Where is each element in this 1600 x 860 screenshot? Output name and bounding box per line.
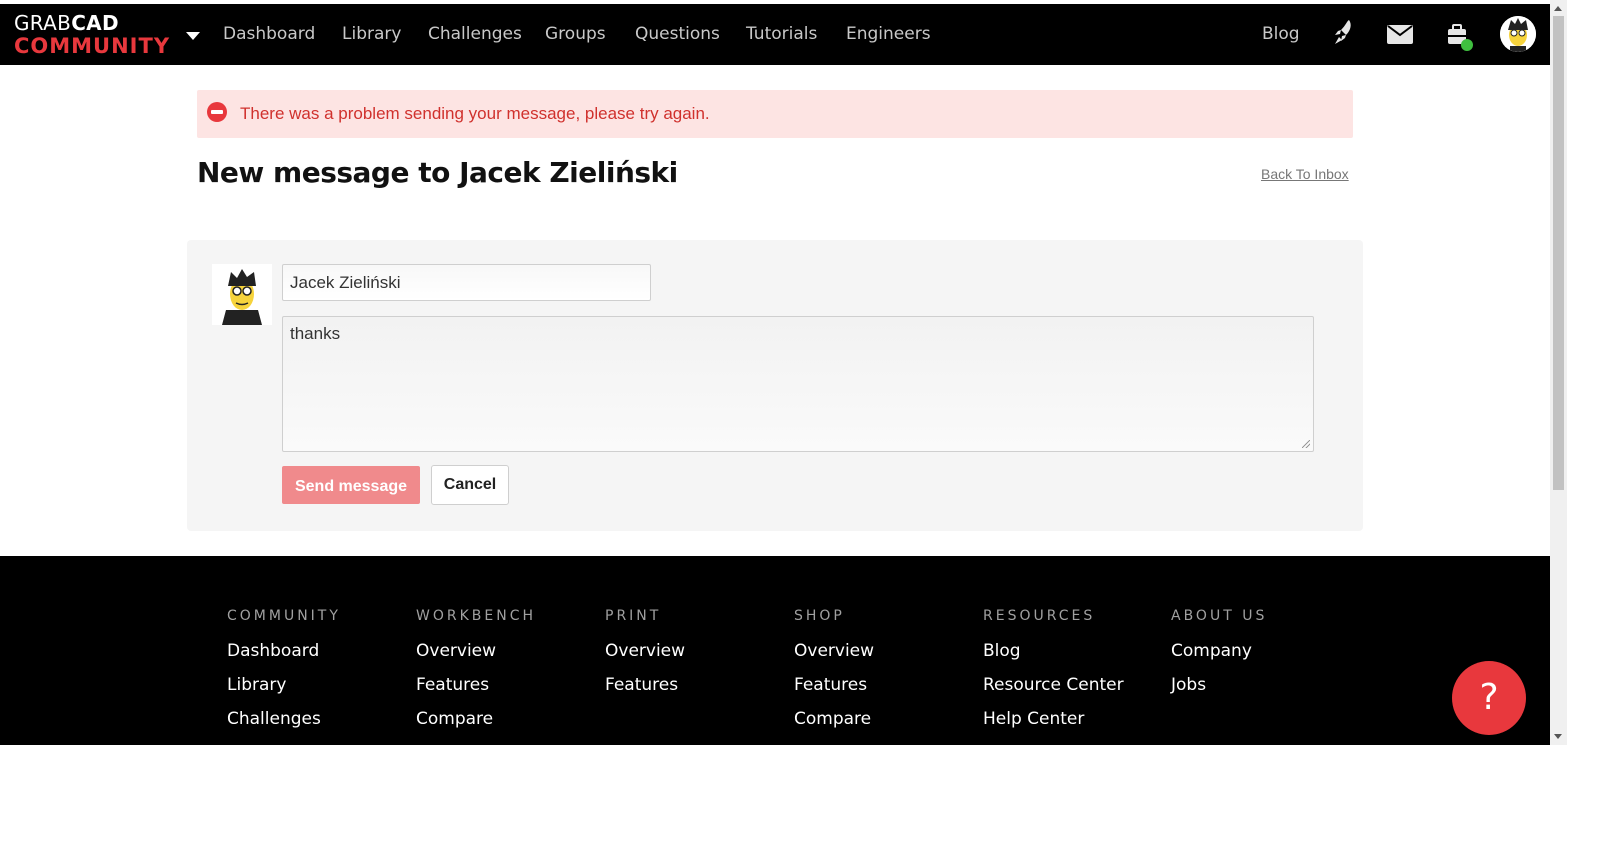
scroll-thumb[interactable] (1553, 16, 1564, 490)
chevron-down-icon[interactable] (186, 32, 200, 40)
footer-link[interactable]: Features (416, 675, 536, 696)
resize-handle[interactable] (1302, 440, 1310, 448)
help-button[interactable]: ? (1452, 661, 1526, 735)
footer-link[interactable]: Overview (416, 641, 536, 662)
scroll-up-arrow[interactable] (1554, 6, 1562, 11)
footer-col-about: ABOUT US Company Jobs (1171, 608, 1267, 696)
send-message-button[interactable]: Send message (282, 466, 420, 504)
logo-community: COMMUNITY (14, 34, 171, 58)
nav-tutorials[interactable]: Tutorials (746, 24, 817, 44)
footer-link[interactable]: Help Center (983, 709, 1124, 730)
top-navbar: GRABCAD COMMUNITY Dashboard Library Chal… (0, 4, 1550, 65)
footer-link[interactable]: Compare (794, 709, 874, 730)
footer-heading: RESOURCES (983, 608, 1096, 624)
logo-cad: CAD (71, 11, 119, 35)
footer-link[interactable]: Library (227, 675, 341, 696)
nav-engineers[interactable]: Engineers (846, 24, 931, 44)
message-text: thanks (290, 324, 341, 343)
briefcase-icon[interactable] (1446, 24, 1476, 54)
footer-heading: PRINT (605, 608, 662, 624)
alert-message: There was a problem sending your message… (240, 104, 710, 123)
nav-questions[interactable]: Questions (635, 24, 720, 44)
nav-blog[interactable]: Blog (1262, 24, 1300, 44)
footer-heading: COMMUNITY (227, 608, 341, 624)
footer-link[interactable]: Features (794, 675, 874, 696)
footer-col-workbench: WORKBENCH Overview Features Compare (416, 608, 536, 730)
footer-link[interactable]: Challenges (227, 709, 341, 730)
footer-col-resources: RESOURCES Blog Resource Center Help Cent… (983, 608, 1124, 730)
footer-link[interactable]: Overview (794, 641, 874, 662)
footer-link[interactable]: Blog (983, 641, 1124, 662)
footer-link[interactable]: Overview (605, 641, 685, 662)
footer-col-print: PRINT Overview Features (605, 608, 685, 696)
user-avatar[interactable] (1500, 16, 1536, 52)
footer-heading: SHOP (794, 608, 845, 624)
footer-col-shop: SHOP Overview Features Compare (794, 608, 874, 730)
cancel-button[interactable]: Cancel (431, 465, 509, 505)
footer-col-community: COMMUNITY Dashboard Library Challenges (227, 608, 341, 730)
footer-link[interactable]: Features (605, 675, 685, 696)
site-footer: COMMUNITY Dashboard Library Challenges W… (0, 556, 1550, 745)
recipient-field[interactable]: Jacek Zieliński (282, 264, 651, 301)
page-scrollbar[interactable] (1550, 0, 1567, 745)
grabcad-logo[interactable]: GRABCAD COMMUNITY (14, 12, 170, 58)
avatar-illustration (1500, 16, 1536, 52)
no-entry-icon (207, 102, 227, 122)
error-alert: There was a problem sending your message… (197, 90, 1353, 138)
footer-link[interactable]: Resource Center (983, 675, 1124, 696)
mail-icon[interactable] (1387, 25, 1413, 44)
back-to-inbox-link[interactable]: Back To Inbox (1261, 166, 1349, 182)
footer-link[interactable]: Company (1171, 641, 1267, 662)
footer-heading: ABOUT US (1171, 608, 1268, 624)
scroll-down-arrow[interactable] (1554, 734, 1562, 739)
footer-link[interactable]: Compare (416, 709, 536, 730)
avatar-illustration (212, 264, 272, 325)
recipient-avatar (212, 264, 272, 325)
page-title: New message to Jacek Zieliński (197, 156, 678, 189)
footer-heading: WORKBENCH (416, 608, 536, 624)
logo-grab: GRAB (14, 11, 72, 35)
nav-library[interactable]: Library (342, 24, 401, 44)
rocket-icon[interactable] (1332, 18, 1356, 48)
footer-link[interactable]: Jobs (1171, 675, 1267, 696)
nav-groups[interactable]: Groups (545, 24, 606, 44)
footer-link[interactable]: Dashboard (227, 641, 341, 662)
nav-dashboard[interactable]: Dashboard (223, 24, 315, 44)
nav-challenges[interactable]: Challenges (428, 24, 522, 44)
message-textarea[interactable]: thanks (282, 316, 1314, 452)
